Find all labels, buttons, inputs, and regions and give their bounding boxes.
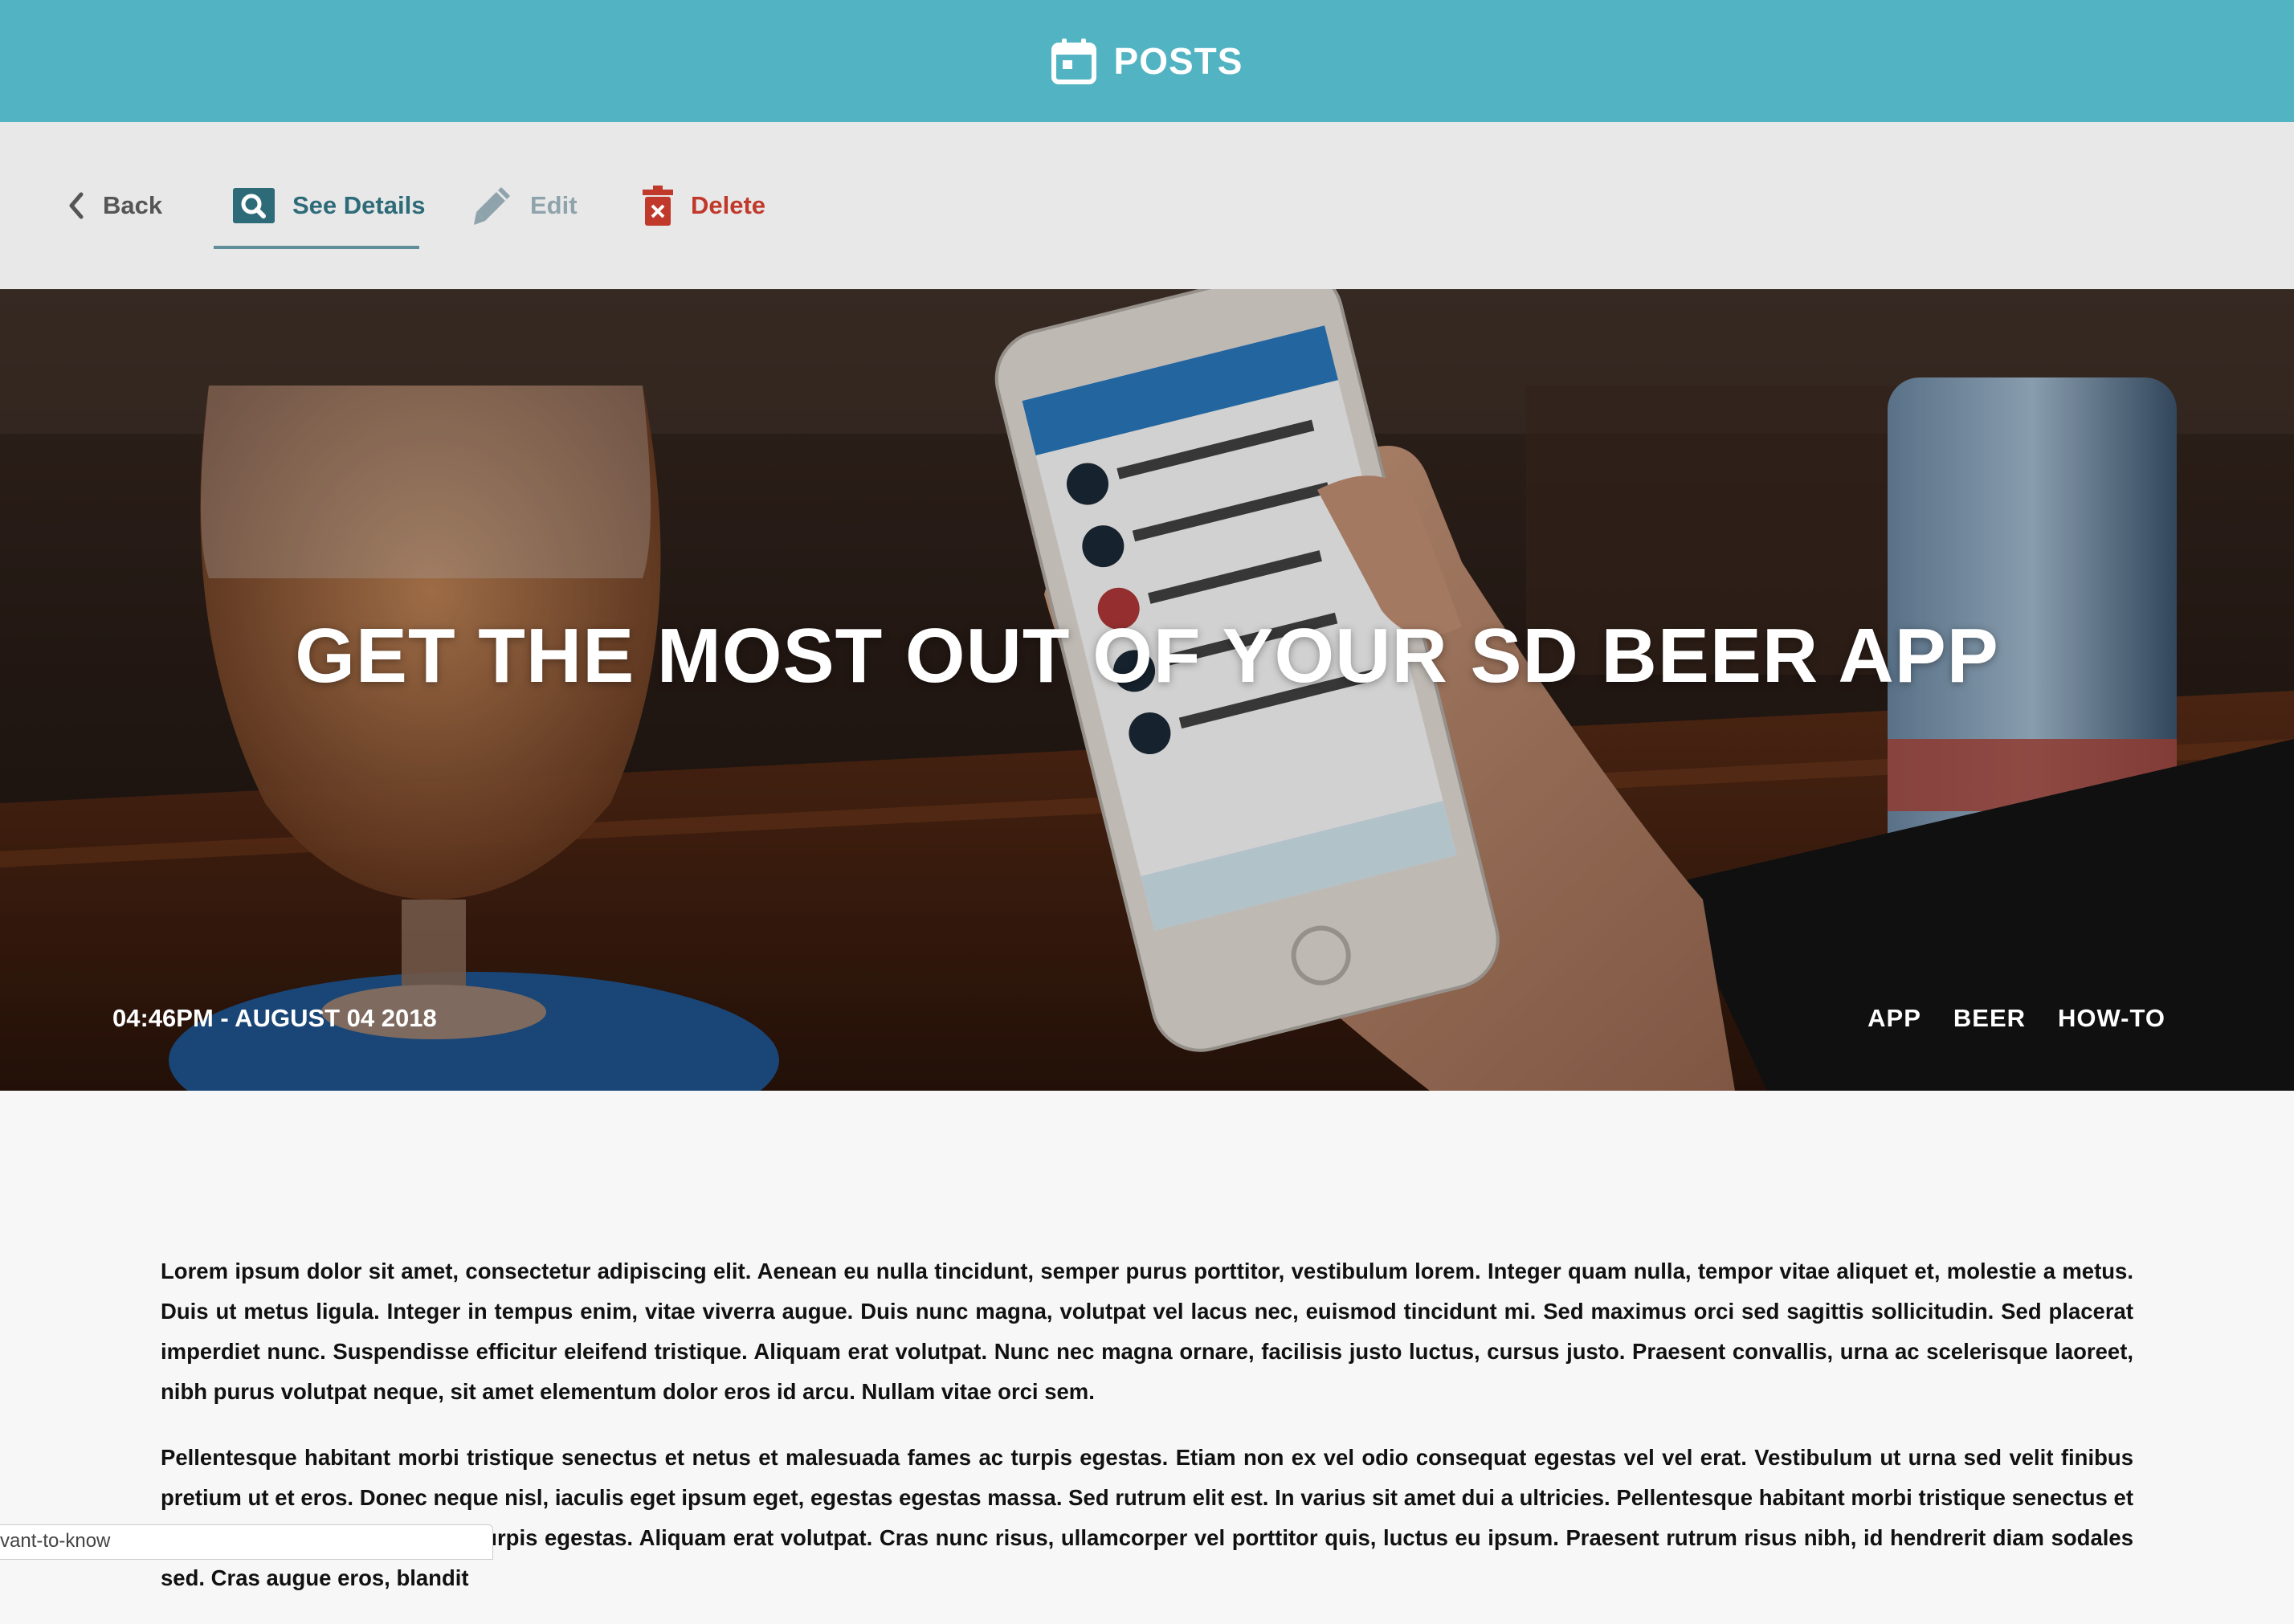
tag-beer[interactable]: BEER (1953, 1004, 2026, 1033)
page-title: POSTS (1113, 40, 1243, 82)
tag-how-to[interactable]: HOW-TO (2058, 1004, 2165, 1033)
back-label: Back (103, 191, 163, 219)
see-details-label: See Details (292, 191, 426, 219)
app-header: POSTS (0, 0, 2294, 122)
see-details-tab[interactable]: See Details (233, 122, 425, 289)
tag-app[interactable]: APP (1867, 1004, 1921, 1033)
post-tags: APP BEER HOW-TO (1867, 1004, 2165, 1033)
body-paragraph: Lorem ipsum dolor sit amet, consectetur … (161, 1259, 2133, 1404)
post-body: Lorem ipsum dolor sit amet, consectetur … (161, 1251, 2133, 1624)
edit-label: Edit (530, 191, 578, 219)
delete-button[interactable]: Delete (643, 122, 765, 289)
post-date: 04:46PM - AUGUST 04 2018 (112, 1004, 437, 1032)
post-title: GET THE MOST OUT OF YOUR SD BEER APP (295, 613, 1999, 699)
edit-button[interactable]: Edit (472, 122, 578, 289)
search-icon (233, 188, 275, 223)
trash-icon (643, 186, 673, 226)
back-button[interactable]: Back (67, 122, 162, 289)
action-toolbar: Back See Details Edit Delete (0, 122, 2294, 289)
active-tab-indicator (214, 246, 419, 249)
pencil-icon (474, 187, 510, 225)
header-title-group: POSTS (1051, 38, 1243, 84)
calendar-icon (1051, 39, 1096, 84)
status-bar-url: vant-to-know (0, 1524, 493, 1560)
hero-banner: GET THE MOST OUT OF YOUR SD BEER APP 04:… (0, 289, 2294, 1091)
delete-label: Delete (691, 191, 766, 219)
chevron-left-icon (69, 192, 84, 219)
body-paragraph: Pellentesque habitant morbi tristique se… (161, 1445, 2133, 1590)
